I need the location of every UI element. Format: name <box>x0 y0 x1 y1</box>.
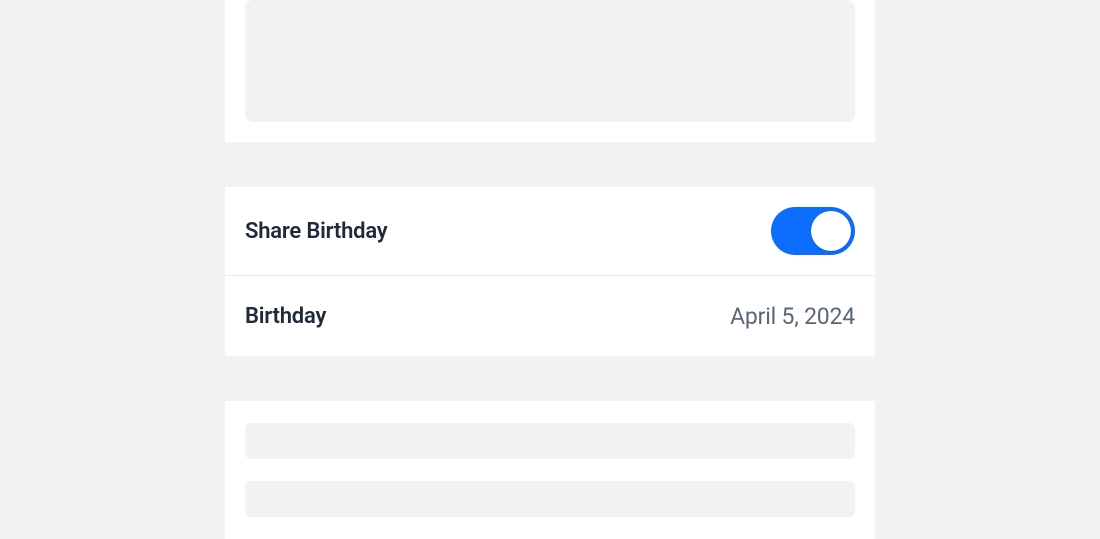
birthday-value: April 5, 2024 <box>730 303 855 330</box>
placeholder-block <box>245 0 855 122</box>
birthday-section: Share Birthday Birthday April 5, 2024 <box>225 187 875 356</box>
bottom-placeholder-section <box>225 401 875 539</box>
settings-panel: Share Birthday Birthday April 5, 2024 <box>225 0 875 523</box>
birthday-row[interactable]: Birthday April 5, 2024 <box>225 276 875 356</box>
top-placeholder-section <box>225 0 875 142</box>
birthday-label: Birthday <box>245 304 326 329</box>
share-birthday-row: Share Birthday <box>225 187 875 276</box>
placeholder-line <box>245 423 855 459</box>
share-birthday-toggle[interactable] <box>771 207 855 255</box>
share-birthday-label: Share Birthday <box>245 219 388 244</box>
section-spacer <box>225 142 875 187</box>
section-spacer <box>225 356 875 401</box>
toggle-knob <box>811 211 851 251</box>
placeholder-line <box>245 481 855 517</box>
